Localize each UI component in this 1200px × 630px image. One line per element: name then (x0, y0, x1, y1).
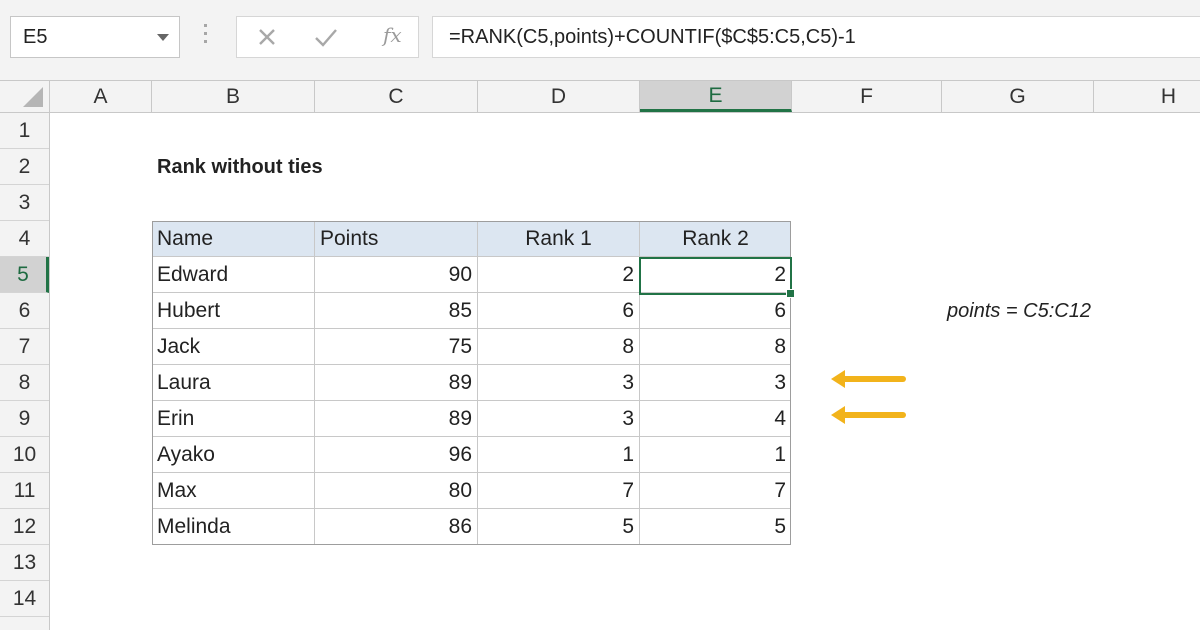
name-box-value[interactable]: E5 (23, 26, 47, 49)
chevron-down-icon[interactable] (157, 34, 169, 41)
formula-input[interactable]: =RANK(C5,points)+COUNTIF($C$5:C5,C5)-1 (432, 16, 1200, 58)
column-header-c[interactable]: C (315, 81, 478, 112)
table-cell-rank2[interactable]: 1 (640, 437, 791, 473)
row-header-1[interactable]: 1 (0, 113, 49, 149)
table-cell-name[interactable]: Edward (152, 257, 315, 293)
table-cell-name[interactable]: Melinda (152, 509, 315, 545)
table-cell-rank2[interactable]: 4 (640, 401, 791, 437)
table-cell-rank1[interactable]: 3 (478, 365, 640, 401)
table-cell-rank1[interactable]: 7 (478, 473, 640, 509)
enter-check-icon[interactable] (301, 21, 351, 55)
table-cell-points[interactable]: 89 (315, 365, 478, 401)
formula-bar-area: E5 fx =RANK(C5,points)+COUNTIF($C$5:C5,C… (0, 0, 1200, 80)
select-all-icon[interactable] (23, 87, 43, 107)
table-cell-rank1[interactable]: 2 (478, 257, 640, 293)
row-header-4[interactable]: 4 (0, 221, 49, 257)
row-header-13[interactable]: 13 (0, 545, 49, 581)
table-cell-name[interactable]: Max (152, 473, 315, 509)
column-header-h[interactable]: H (1094, 81, 1200, 112)
table-cell-points[interactable]: 75 (315, 329, 478, 365)
left-arrow-icon (827, 403, 907, 427)
table-cell-rank2[interactable]: 5 (640, 509, 791, 545)
row-header-3[interactable]: 3 (0, 185, 49, 221)
active-cell-selection[interactable] (639, 257, 795, 298)
table-cell-name[interactable]: Laura (152, 365, 315, 401)
column-header-a[interactable]: A (50, 81, 152, 112)
row-header-2[interactable]: 2 (0, 149, 49, 185)
table-cell-name[interactable]: Erin (152, 401, 315, 437)
column-header-b[interactable]: B (152, 81, 315, 112)
table-header-rank1[interactable]: Rank 1 (478, 221, 640, 257)
table-header-points[interactable]: Points (315, 221, 478, 257)
row-header-6[interactable]: 6 (0, 293, 49, 329)
table-cell-name[interactable]: Hubert (152, 293, 315, 329)
cancel-x-icon[interactable] (243, 21, 293, 55)
table-cell-points[interactable]: 89 (315, 401, 478, 437)
table-cell-rank1[interactable]: 3 (478, 401, 640, 437)
table-cell-rank1[interactable]: 1 (478, 437, 640, 473)
select-all-button[interactable] (0, 81, 50, 112)
table-cell-name[interactable]: Jack (152, 329, 315, 365)
table-cell-points[interactable]: 80 (315, 473, 478, 509)
name-box[interactable]: E5 (10, 16, 180, 58)
formula-buttons: fx (236, 16, 419, 58)
row-header-11[interactable]: 11 (0, 473, 49, 509)
column-headers: A B C D E F G H (0, 80, 1200, 113)
table-cell-points[interactable]: 96 (315, 437, 478, 473)
table-header-rank2[interactable]: Rank 2 (640, 221, 791, 257)
row-header-14[interactable]: 14 (0, 581, 49, 617)
table-cell-rank2[interactable]: 6 (640, 293, 791, 329)
sheet-title[interactable]: Rank without ties (152, 149, 472, 185)
table-cell-points[interactable]: 86 (315, 509, 478, 545)
formula-bar-grip-icon[interactable] (203, 24, 207, 50)
insert-function-icon[interactable]: fx (383, 23, 402, 47)
row-header-12[interactable]: 12 (0, 509, 49, 545)
formula-text[interactable]: =RANK(C5,points)+COUNTIF($C$5:C5,C5)-1 (449, 26, 856, 49)
column-header-d[interactable]: D (478, 81, 640, 112)
row-header-7[interactable]: 7 (0, 329, 49, 365)
table-cell-points[interactable]: 90 (315, 257, 478, 293)
fill-handle[interactable] (786, 289, 795, 298)
row-header-5[interactable]: 5 (0, 257, 49, 293)
row-header-9[interactable]: 9 (0, 401, 49, 437)
table-header-name[interactable]: Name (152, 221, 315, 257)
column-header-g[interactable]: G (942, 81, 1094, 112)
row-header-8[interactable]: 8 (0, 365, 49, 401)
row-header-10[interactable]: 10 (0, 437, 49, 473)
table-cell-rank1[interactable]: 5 (478, 509, 640, 545)
table-cell-points[interactable]: 85 (315, 293, 478, 329)
left-arrow-icon (827, 367, 907, 391)
table-cell-rank1[interactable]: 8 (478, 329, 640, 365)
column-header-e[interactable]: E (640, 81, 792, 112)
column-header-f[interactable]: F (792, 81, 942, 112)
table-cell-rank2[interactable]: 7 (640, 473, 791, 509)
table-cell-rank2[interactable]: 8 (640, 329, 791, 365)
table-cell-rank2[interactable]: 3 (640, 365, 791, 401)
table-cell-name[interactable]: Ayako (152, 437, 315, 473)
named-range-note[interactable]: points = C5:C12 (942, 293, 1182, 329)
worksheet-grid[interactable]: Rank without ties Name Points Rank 1 Ran… (50, 113, 1200, 630)
table-cell-rank1[interactable]: 6 (478, 293, 640, 329)
row-headers: 1 2 3 4 5 6 7 8 9 10 11 12 13 14 (0, 113, 50, 630)
